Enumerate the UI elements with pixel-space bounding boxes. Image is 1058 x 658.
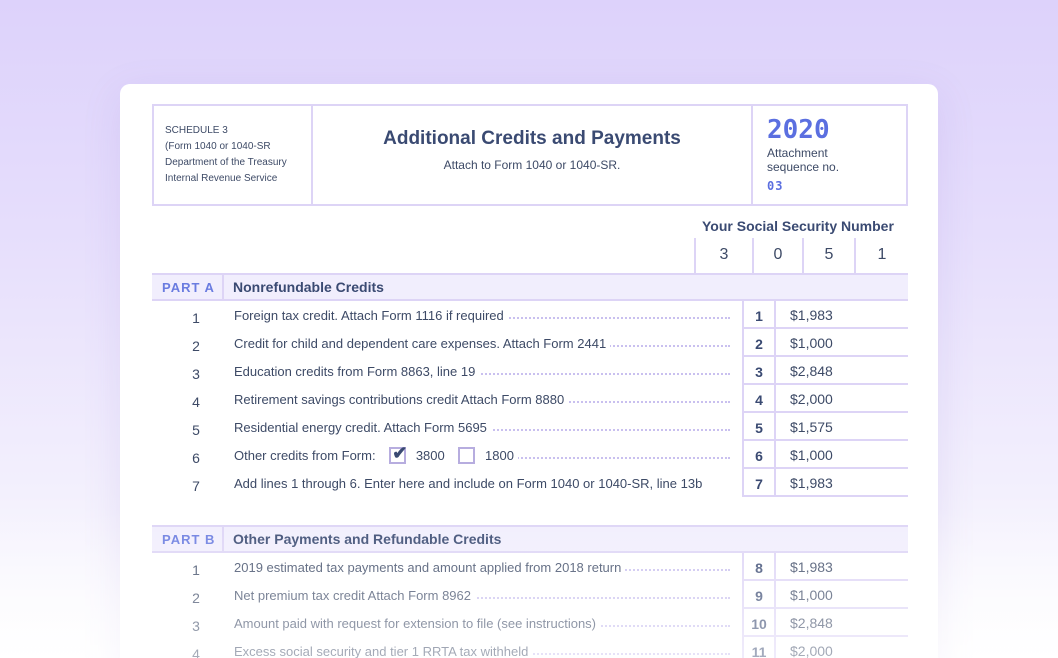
part-a-label: PART A (152, 275, 224, 299)
ssn-digit-4[interactable]: 1 (854, 238, 908, 273)
schedule-label: SCHEDULE 3 (165, 125, 228, 136)
row-description: Credit for child and dependent care expe… (234, 336, 611, 351)
part-b: PART B Other Payments and Refundable Cre… (152, 525, 908, 658)
row-number: 1 (192, 310, 200, 326)
attachment-label: Attachment sequence no. (767, 146, 906, 174)
part-b-header: PART B Other Payments and Refundable Cre… (152, 525, 908, 553)
row-description: 2019 estimated tax payments and amount a… (234, 560, 626, 575)
part-a-row-1: 1 Foreign tax credit. Attach Form 1116 i… (152, 301, 908, 329)
attachment-line-2: sequence no. (767, 160, 840, 174)
part-b-title: Other Payments and Refundable Credits (233, 531, 502, 547)
amount-field[interactable]: $1,000 (776, 441, 908, 469)
ssn-digit-2[interactable]: 0 (752, 238, 802, 273)
row-number: 6 (192, 450, 200, 466)
amount-field[interactable]: $1,983 (776, 469, 908, 497)
agency-label: Internal Revenue Service (165, 173, 278, 184)
line-number: 3 (742, 357, 776, 385)
form-subtitle: Attach to Form 1040 or 1040-SR. (443, 158, 621, 172)
row-number: 2 (192, 338, 200, 354)
form-1800-label: 1800 (485, 448, 514, 463)
row-description: Add lines 1 through 6. Enter here and in… (234, 476, 707, 491)
form-3800-label: 3800 (415, 448, 445, 463)
row-number: 3 (192, 366, 200, 382)
form-identity: SCHEDULE 3 (Form 1040 or 1040-SR Departm… (154, 106, 313, 204)
part-b-label: PART B (152, 527, 224, 551)
line-number: 1 (742, 301, 776, 329)
other-credits-group: Other credits from Form: ✔ 3800 1800 (234, 443, 518, 464)
sequence-number: 03 (767, 179, 784, 193)
row-description: Education credits from Form 8863, line 1… (234, 364, 480, 379)
part-b-row-2: 2 Net premium tax credit Attach Form 896… (152, 581, 908, 609)
form-title-block: Additional Credits and Payments Attach t… (313, 106, 753, 204)
part-b-row-1: 1 2019 estimated tax payments and amount… (152, 553, 908, 581)
amount-field[interactable]: $2,848 (776, 609, 908, 637)
amount-field[interactable]: $1,983 (776, 553, 908, 581)
row-description: Other credits from Form: (234, 448, 376, 463)
part-a-title: Nonrefundable Credits (233, 279, 384, 295)
row-description: Excess social security and tier 1 RRTA t… (234, 644, 533, 658)
line-number: 11 (742, 637, 776, 658)
row-number: 1 (192, 562, 200, 578)
line-number: 7 (742, 469, 776, 497)
ssn-block: Your Social Security Number 3 0 5 1 (694, 206, 908, 273)
attachment-line-1: Attachment (767, 146, 828, 160)
part-a-row-6: 6 Other credits from Form: ✔ 3800 1800 6… (152, 441, 908, 469)
row-number: 4 (192, 646, 200, 658)
part-a-row-5: 5 Residential energy credit. Attach Form… (152, 413, 908, 441)
row-description: Amount paid with request for extension t… (234, 616, 601, 631)
form-3800-checkbox[interactable]: ✔ (389, 443, 407, 464)
amount-field[interactable]: $1,983 (776, 301, 908, 329)
amount-field[interactable]: $1,575 (776, 413, 908, 441)
part-a-row-2: 2 Credit for child and dependent care ex… (152, 329, 908, 357)
part-b-row-3: 3 Amount paid with request for extension… (152, 609, 908, 637)
line-number: 6 (742, 441, 776, 469)
row-description: Foreign tax credit. Attach Form 1116 if … (234, 308, 508, 323)
amount-field[interactable]: $2,000 (776, 385, 908, 413)
form-title: Additional Credits and Payments (383, 128, 681, 149)
line-number: 10 (742, 609, 776, 637)
tax-year: 2020 (767, 115, 830, 145)
ssn-digit-3[interactable]: 5 (802, 238, 854, 273)
amount-field[interactable]: $2,000 (776, 637, 908, 658)
line-number: 8 (742, 553, 776, 581)
part-a-header: PART A Nonrefundable Credits (152, 273, 908, 301)
line-number: 2 (742, 329, 776, 357)
ssn-title: Your Social Security Number (702, 218, 894, 234)
part-a-row-7: 7 Add lines 1 through 6. Enter here and … (152, 469, 908, 497)
tax-form-card: SCHEDULE 3 (Form 1040 or 1040-SR Departm… (120, 84, 938, 658)
row-number: 7 (192, 478, 200, 494)
row-description: Retirement savings contributions credit … (234, 392, 569, 407)
row-description: Net premium tax credit Attach Form 8962 (234, 588, 475, 603)
part-a: PART A Nonrefundable Credits 1 Foreign t… (152, 273, 908, 497)
row-number: 5 (192, 422, 200, 438)
form-year-block: 2020 Attachment sequence no. 03 (753, 106, 906, 204)
line-number: 5 (742, 413, 776, 441)
amount-field[interactable]: $2,848 (776, 357, 908, 385)
row-number: 3 (192, 618, 200, 634)
checkmark-icon: ✔ (392, 442, 408, 463)
amount-field[interactable]: $1,000 (776, 329, 908, 357)
form-reference: (Form 1040 or 1040-SR (165, 141, 271, 152)
part-a-row-4: 4 Retirement savings contributions credi… (152, 385, 908, 413)
part-a-row-3: 3 Education credits from Form 8863, line… (152, 357, 908, 385)
department-label: Department of the Treasury (165, 157, 287, 168)
line-number: 4 (742, 385, 776, 413)
part-b-row-4: 4 Excess social security and tier 1 RRTA… (152, 637, 908, 658)
ssn-digit-1[interactable]: 3 (694, 238, 752, 273)
amount-field[interactable]: $1,000 (776, 581, 908, 609)
row-description: Residential energy credit. Attach Form 5… (234, 420, 491, 435)
row-number: 2 (192, 590, 200, 606)
ssn-digits: 3 0 5 1 (694, 238, 908, 273)
row-number: 4 (192, 394, 200, 410)
form-1800-checkbox[interactable] (458, 446, 476, 464)
line-number: 9 (742, 581, 776, 609)
form-header: SCHEDULE 3 (Form 1040 or 1040-SR Departm… (152, 104, 908, 206)
